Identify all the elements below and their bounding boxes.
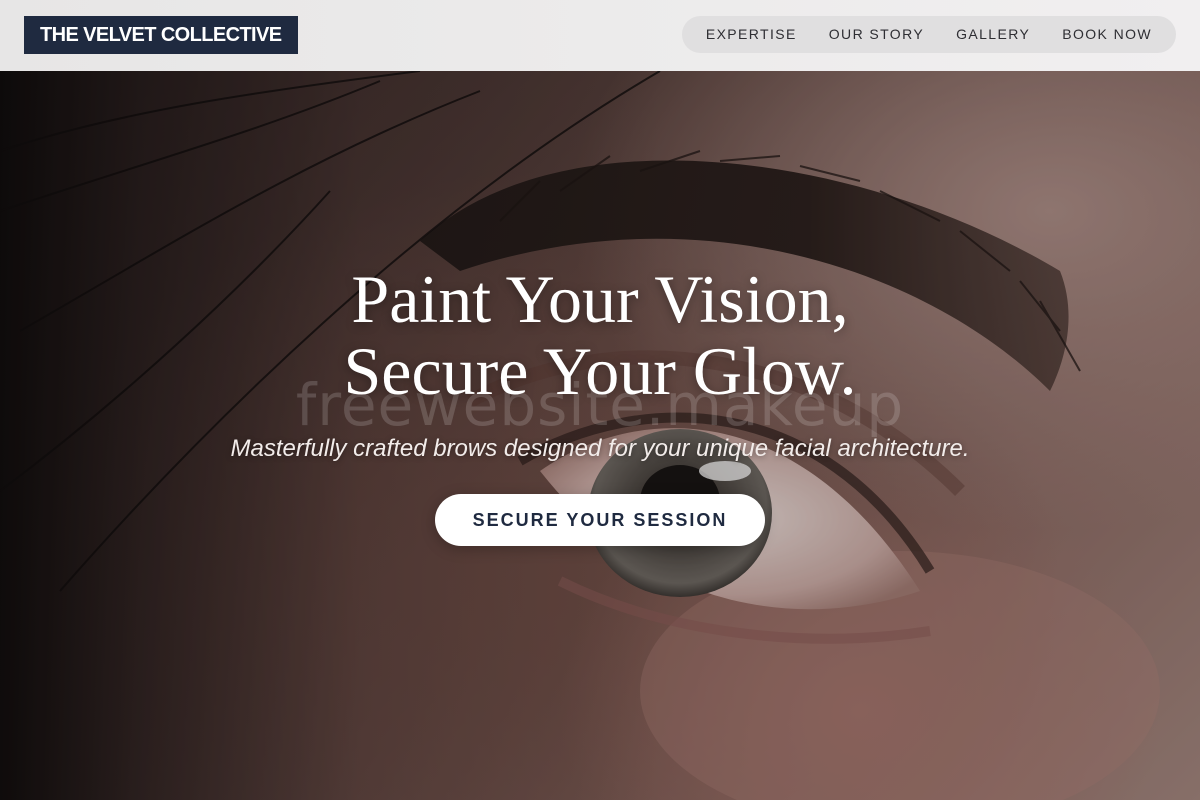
nav-item-expertise[interactable]: EXPERTISE [690, 16, 813, 53]
nav-item-book-now[interactable]: BOOK NOW [1046, 16, 1168, 53]
site-header: THE VELVET COLLECTIVE EXPERTISE OUR STOR… [0, 0, 1200, 71]
secure-session-button[interactable]: SECURE YOUR SESSION [435, 494, 765, 546]
hero-headline-line-2: Secure Your Glow. [343, 333, 857, 409]
hero-headline-line-1: Paint Your Vision, [351, 261, 849, 337]
main-nav: EXPERTISE OUR STORY GALLERY BOOK NOW [681, 16, 1176, 53]
hero-headline: Paint Your Vision, Secure Your Glow. [0, 263, 1200, 407]
hero-subheadline: Masterfully crafted brows designed for y… [230, 435, 970, 462]
nav-item-our-story[interactable]: OUR STORY [813, 16, 940, 53]
hero-section: freewebsite.makeup Paint Your Vision, Se… [0, 71, 1200, 800]
brand-logo[interactable]: THE VELVET COLLECTIVE [24, 16, 298, 54]
nav-item-gallery[interactable]: GALLERY [940, 16, 1046, 53]
